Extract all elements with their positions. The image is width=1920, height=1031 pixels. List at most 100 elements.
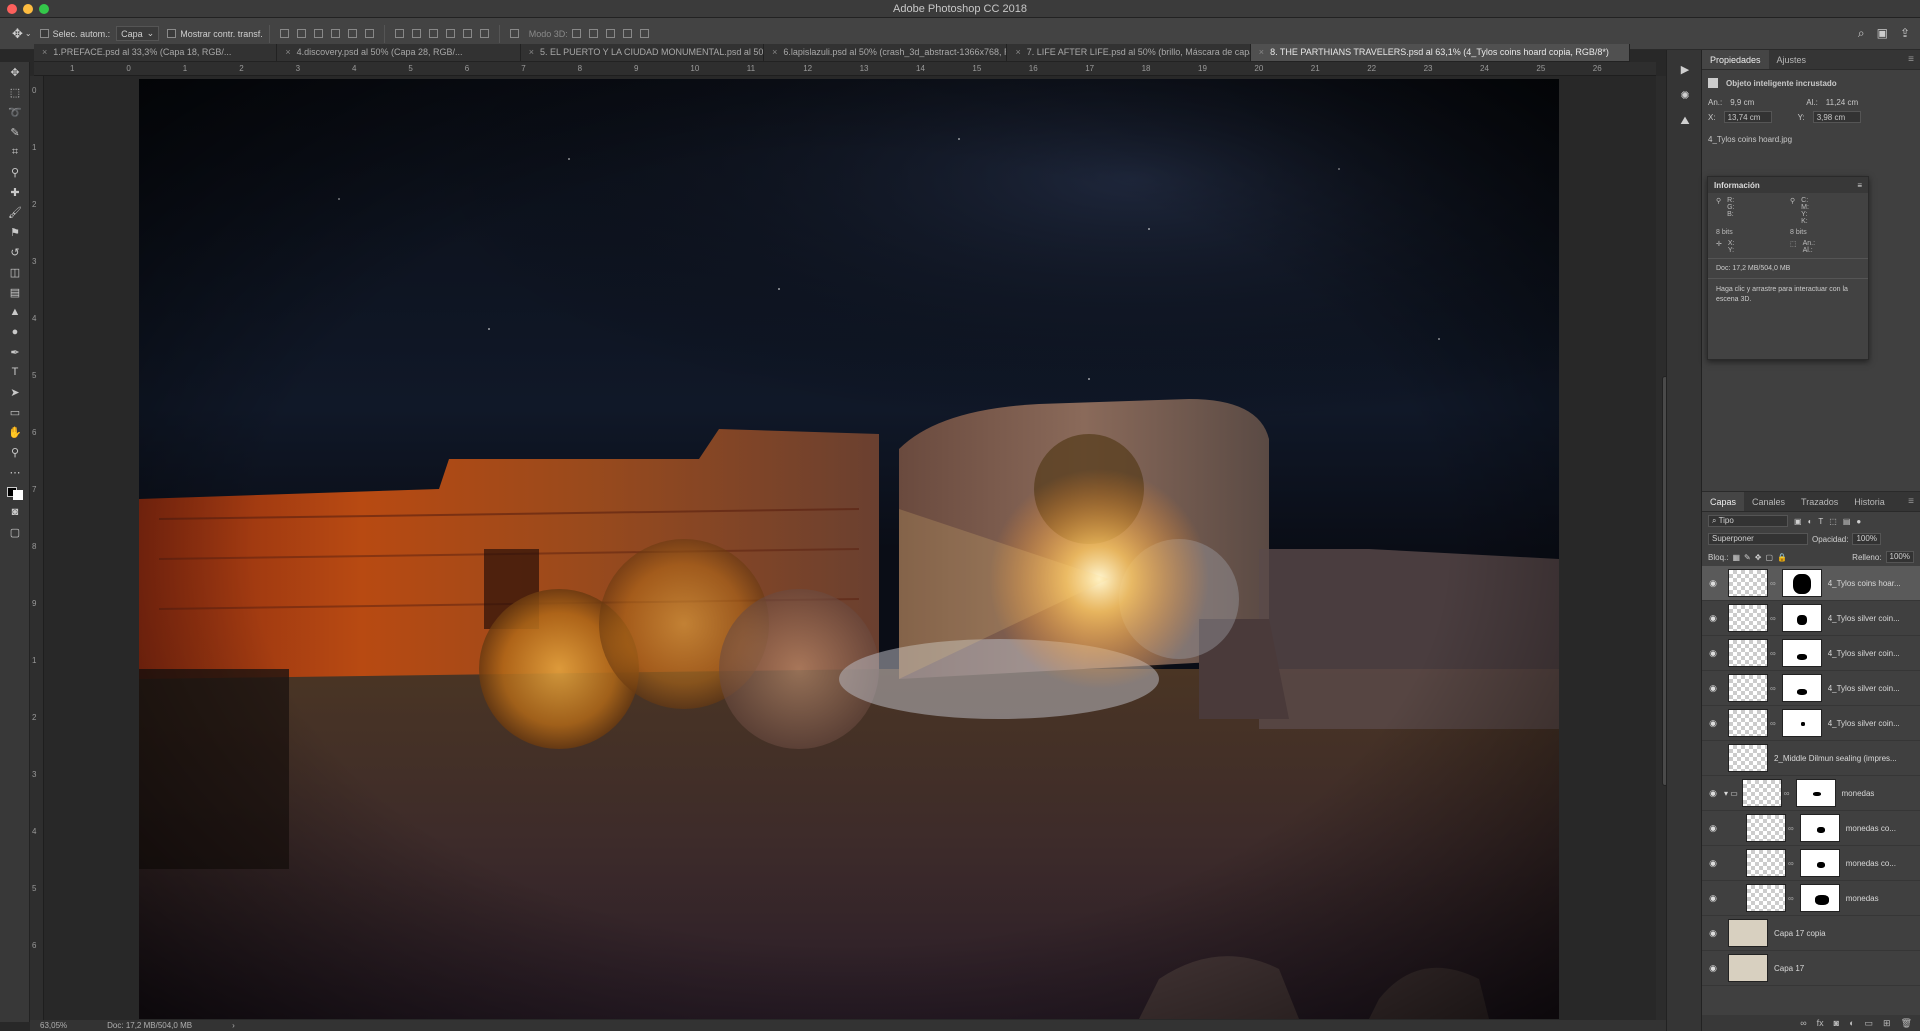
visibility-eye-icon[interactable]: ◉: [1702, 858, 1724, 869]
align-hcenter-icon[interactable]: [347, 29, 357, 38]
visibility-eye-icon[interactable]: ◉: [1702, 963, 1724, 974]
filter-toggle-icon[interactable]: ●: [1856, 517, 1861, 526]
mask-link-icon[interactable]: ∞: [1788, 859, 1794, 868]
mask-link-icon[interactable]: ∞: [1770, 614, 1776, 623]
lock-artboard-icon[interactable]: ▢: [1765, 553, 1773, 562]
layer-row[interactable]: ◉ ∞ 4_Tylos silver coin...: [1702, 671, 1920, 706]
3d-light-icon[interactable]: ✺: [1667, 82, 1703, 108]
layer-mask-thumbnail[interactable]: [1781, 569, 1822, 597]
layers-tab[interactable]: Canales: [1744, 492, 1793, 511]
layer-mask-thumbnail[interactable]: [1795, 779, 1836, 807]
visibility-eye-icon[interactable]: ◉: [1702, 928, 1724, 939]
visibility-eye-icon[interactable]: ◉: [1702, 613, 1724, 624]
width-value[interactable]: 9,9 cm: [1730, 98, 1784, 107]
close-tab-icon[interactable]: ×: [1259, 47, 1264, 61]
layer-row[interactable]: 2_Middle Dilmun sealing (impres...: [1702, 741, 1920, 776]
layer-row[interactable]: ◉ ∞ 4_Tylos silver coin...: [1702, 601, 1920, 636]
document-tab[interactable]: × 6.lapislazuli.psd al 50% (crash_3d_abst…: [764, 44, 1008, 61]
move-tool-icon[interactable]: ✥: [12, 26, 23, 42]
distribute-top-icon[interactable]: [394, 29, 404, 38]
hand-tool-icon[interactable]: ✋: [0, 422, 30, 442]
zoom-tool-icon[interactable]: ⚲: [0, 442, 30, 462]
info-menu-icon[interactable]: ≡: [1857, 181, 1862, 190]
share-icon[interactable]: ⇪: [1900, 26, 1910, 41]
mask-link-icon[interactable]: ∞: [1770, 579, 1776, 588]
layer-row[interactable]: ◉ ∞ monedas co...: [1702, 811, 1920, 846]
tab-adjustments[interactable]: Ajustes: [1769, 50, 1815, 69]
document-tab[interactable]: × 1.PREFACE.psd al 33,3% (Capa 18, RGB/..…: [34, 44, 278, 61]
filter-pixel-icon[interactable]: ▣: [1794, 517, 1802, 526]
lasso-tool-icon[interactable]: ➰: [0, 102, 30, 122]
auto-select-checkbox[interactable]: [39, 29, 49, 38]
move-tool-icon[interactable]: ✥: [0, 62, 30, 82]
trash-icon[interactable]: 🗑: [1901, 1018, 1912, 1029]
close-tab-icon[interactable]: ×: [285, 47, 290, 61]
filter-shape-icon[interactable]: ⬚: [1829, 517, 1837, 526]
opacity-field[interactable]: 100%: [1852, 533, 1881, 545]
close-tab-icon[interactable]: ×: [529, 47, 534, 61]
visibility-eye-icon[interactable]: ◉: [1702, 648, 1724, 659]
visibility-eye-icon[interactable]: ◉: [1702, 788, 1724, 799]
document-image[interactable]: [139, 79, 1559, 1019]
layer-mask-thumbnail[interactable]: [1799, 884, 1840, 912]
panel-menu-icon[interactable]: ≡: [1908, 54, 1914, 65]
x-field[interactable]: 13,74 cm: [1723, 111, 1772, 123]
tab-properties[interactable]: Propiedades: [1702, 50, 1769, 69]
visibility-eye-icon[interactable]: ◉: [1702, 578, 1724, 589]
scale-3d-icon[interactable]: [639, 29, 649, 38]
more-tools-icon[interactable]: ⋯: [0, 462, 30, 482]
canvas-scrollbar[interactable]: [1656, 76, 1668, 1020]
blur-tool-icon[interactable]: ▲: [0, 302, 30, 322]
gradient-tool-icon[interactable]: ▤: [0, 282, 30, 302]
visibility-eye-icon[interactable]: ◉: [1702, 683, 1724, 694]
layers-tab[interactable]: Capas: [1702, 492, 1745, 511]
layer-mask-thumbnail[interactable]: [1781, 639, 1822, 667]
orbit-3d-icon[interactable]: [571, 29, 581, 38]
fill-field[interactable]: 100%: [1885, 551, 1914, 563]
dodge-tool-icon[interactable]: ●: [0, 322, 30, 342]
layer-row[interactable]: ◉ ∞ 4_Tylos silver coin...: [1702, 636, 1920, 671]
visibility-eye-icon[interactable]: ◉: [1702, 893, 1724, 904]
search-icon[interactable]: ⌕: [1858, 26, 1865, 41]
layers-tab[interactable]: Historia: [1846, 492, 1893, 511]
info-panel[interactable]: Información ≡ ⚲ R: G: B: ⚲ C: M: Y: K: 8 bi…: [1707, 176, 1869, 360]
visibility-eye-icon[interactable]: ◉: [1702, 823, 1724, 834]
lock-image-icon[interactable]: ✎: [1744, 553, 1751, 562]
brush-tool-icon[interactable]: 🖌: [0, 202, 30, 222]
align-vcenter-icon[interactable]: [296, 29, 306, 38]
align-top-icon[interactable]: [279, 29, 289, 38]
drag-3d-icon[interactable]: [605, 29, 615, 38]
mask-link-icon[interactable]: ∞: [1784, 789, 1790, 798]
eyedropper-tool-icon[interactable]: ⚲: [0, 162, 30, 182]
layer-row[interactable]: ◉ ▾ ▭ ∞ monedas: [1702, 776, 1920, 811]
mask-link-icon[interactable]: ∞: [1770, 684, 1776, 693]
layer-row[interactable]: ◉ Capa 17: [1702, 951, 1920, 986]
lock-transparent-icon[interactable]: ▦: [1732, 553, 1740, 562]
close-tab-icon[interactable]: ×: [42, 47, 47, 61]
layer-mask-thumbnail[interactable]: [1781, 674, 1822, 702]
distribute-hcenter-icon[interactable]: [462, 29, 472, 38]
y-field[interactable]: 3,98 cm: [1812, 111, 1861, 123]
show-transform-checkbox[interactable]: [167, 29, 177, 38]
align-left-icon[interactable]: [330, 29, 340, 38]
distribute-right-icon[interactable]: [479, 29, 489, 38]
layer-mask-thumbnail[interactable]: [1781, 709, 1822, 737]
workspace-icon[interactable]: ▣: [1877, 26, 1888, 41]
auto-align-icon[interactable]: [509, 29, 519, 38]
filter-smart-icon[interactable]: ▤: [1843, 517, 1851, 526]
close-tab-icon[interactable]: ×: [772, 47, 777, 61]
distribute-left-icon[interactable]: [445, 29, 455, 38]
document-tab[interactable]: × 7. LIFE AFTER LIFE.psd al 50% (brillo, …: [1007, 44, 1251, 61]
adjustment-layer-icon[interactable]: ◐: [1849, 1018, 1854, 1028]
layer-row[interactable]: ◉ Capa 17 copia: [1702, 916, 1920, 951]
pen-tool-icon[interactable]: ✒: [0, 342, 30, 362]
marquee-tool-icon[interactable]: ⬚: [0, 82, 30, 102]
document-tab[interactable]: × 8. THE PARTHIANS TRAVELERS.psd al 63,1%…: [1250, 44, 1630, 61]
layers-tab[interactable]: Trazados: [1793, 492, 1846, 511]
history-brush-tool-icon[interactable]: ↺: [0, 242, 30, 262]
new-layer-icon[interactable]: ⊞: [1883, 1018, 1891, 1029]
3d-scene-icon[interactable]: ⛰: [1667, 108, 1703, 134]
screen-mode-icon[interactable]: ▢: [0, 522, 30, 542]
auto-select-dropdown[interactable]: Capa ⌄: [116, 26, 160, 41]
layer-row[interactable]: ◉ ∞ monedas co...: [1702, 846, 1920, 881]
